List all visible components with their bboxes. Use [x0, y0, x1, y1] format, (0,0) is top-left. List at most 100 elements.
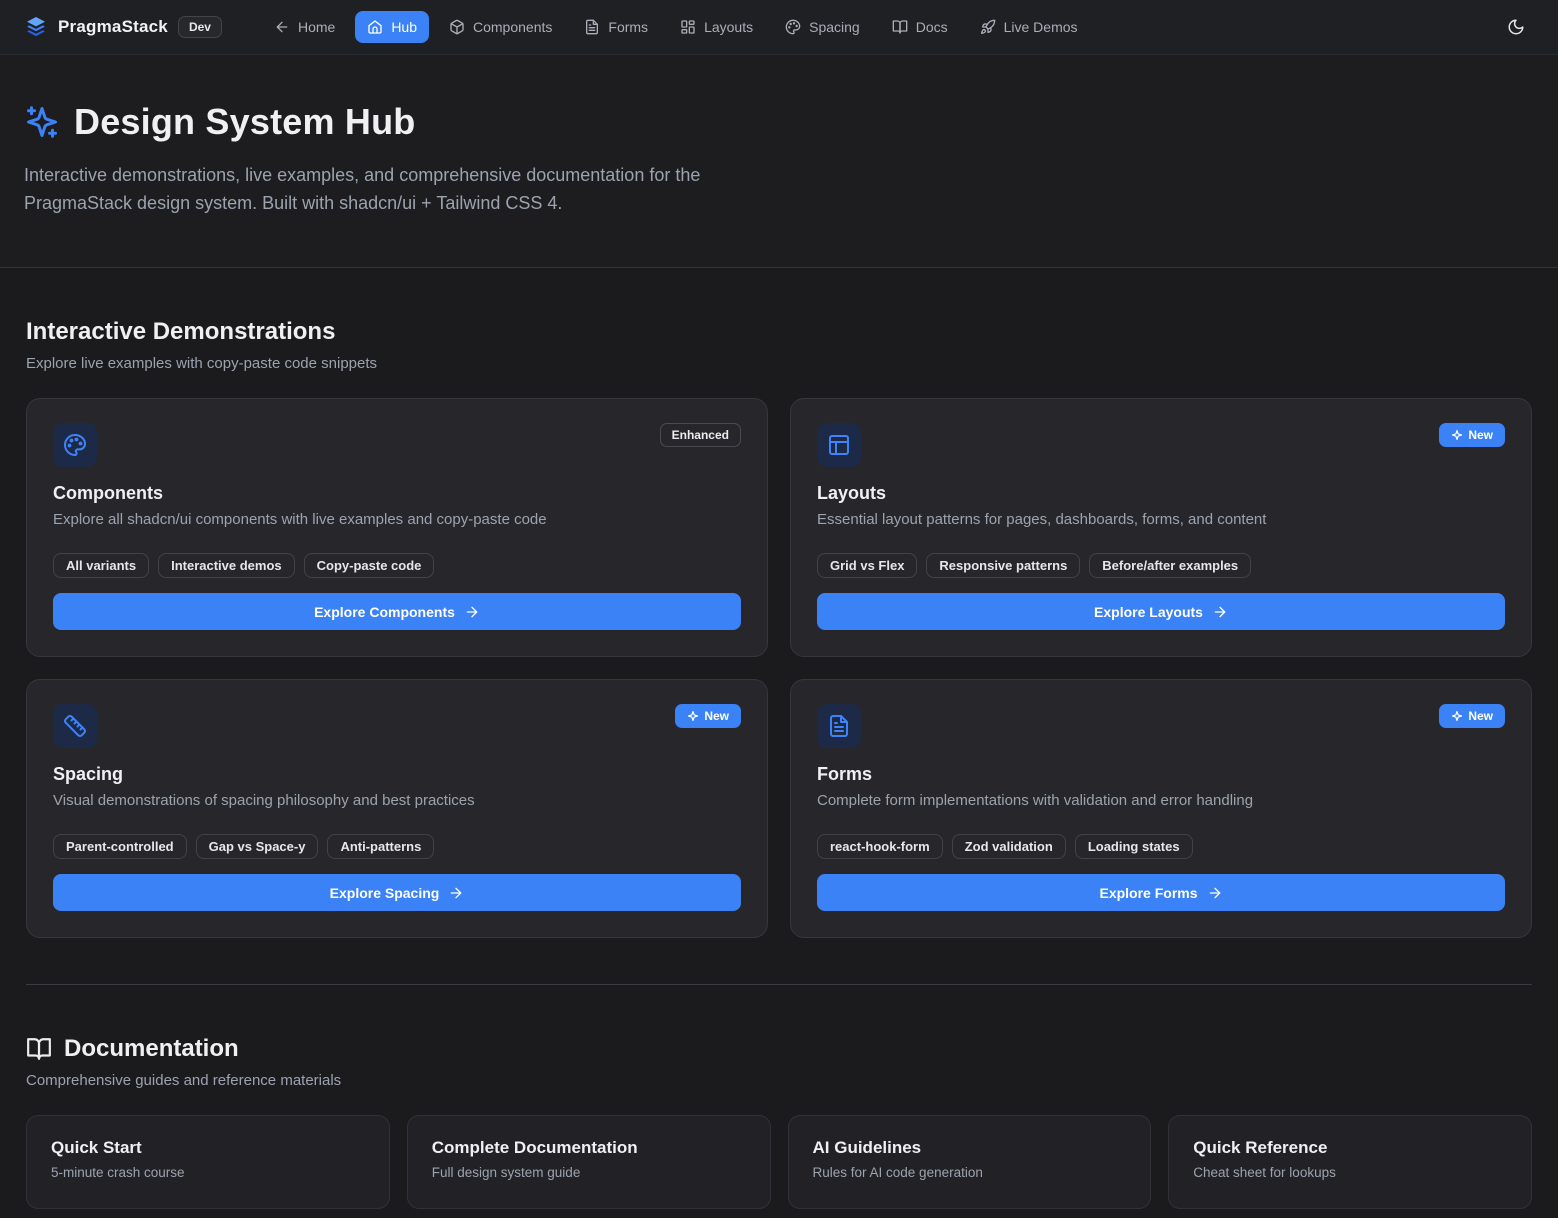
card-description: Visual demonstrations of spacing philoso… — [53, 790, 741, 812]
tag: Zod validation — [952, 834, 1066, 859]
doc-card-title: AI Guidelines — [813, 1138, 1127, 1158]
demo-card-grid: Enhanced Components Explore all shadcn/u… — [26, 398, 1532, 938]
doc-card-description: Full design system guide — [432, 1165, 746, 1180]
doc-card-ai-guidelines[interactable]: AI Guidelines Rules for AI code generati… — [788, 1115, 1152, 1209]
card-title: Components — [53, 483, 741, 504]
doc-card-title: Quick Start — [51, 1138, 365, 1158]
new-badge: New — [1439, 423, 1505, 447]
doc-card-description: Cheat sheet for lookups — [1193, 1165, 1507, 1180]
rocket-icon — [980, 19, 996, 35]
explore-forms-button[interactable]: Explore Forms — [817, 874, 1505, 911]
new-badge: New — [1439, 704, 1505, 728]
panels-top-left-icon — [817, 423, 861, 467]
package-icon — [449, 19, 465, 35]
tag: react-hook-form — [817, 834, 943, 859]
brand-name: PragmaStack — [58, 17, 168, 37]
docs-subheading: Comprehensive guides and reference mater… — [26, 1072, 1532, 1089]
card-description: Essential layout patterns for pages, das… — [817, 509, 1505, 531]
demo-card-layouts: New Layouts Essential layout patterns fo… — [790, 398, 1532, 657]
cta-label: Explore Forms — [1099, 885, 1197, 901]
doc-card-title: Complete Documentation — [432, 1138, 746, 1158]
card-description: Complete form implementations with valid… — [817, 790, 1505, 812]
home-icon — [367, 19, 383, 35]
env-badge: Dev — [178, 16, 222, 38]
moon-icon — [1507, 18, 1525, 36]
tag: Interactive demos — [158, 553, 295, 578]
arrow-right-icon — [1212, 604, 1228, 620]
explore-components-button[interactable]: Explore Components — [53, 593, 741, 630]
tag-row: Grid vs Flex Responsive patterns Before/… — [817, 553, 1505, 578]
brand-logo[interactable]: PragmaStack Dev — [24, 15, 222, 39]
doc-card-quick-start[interactable]: Quick Start 5-minute crash course — [26, 1115, 390, 1209]
sparkles-icon — [24, 104, 60, 140]
book-open-icon — [26, 1036, 52, 1062]
theme-toggle-button[interactable] — [1498, 9, 1534, 45]
cta-label: Explore Components — [314, 604, 455, 620]
sparkles-icon — [1451, 429, 1463, 441]
tag: Parent-controlled — [53, 834, 187, 859]
arrow-right-icon — [464, 604, 480, 620]
tag-row: Parent-controlled Gap vs Space-y Anti-pa… — [53, 834, 741, 859]
nav-label: Components — [473, 19, 552, 35]
explore-layouts-button[interactable]: Explore Layouts — [817, 593, 1505, 630]
demos-section: Interactive Demonstrations Explore live … — [26, 268, 1532, 938]
demo-card-components: Enhanced Components Explore all shadcn/u… — [26, 398, 768, 657]
tag: Anti-patterns — [327, 834, 434, 859]
badge-label: New — [1468, 428, 1493, 442]
page-title: Design System Hub — [74, 101, 415, 143]
docs-section: Documentation Comprehensive guides and r… — [26, 985, 1532, 1209]
enhanced-badge: Enhanced — [660, 423, 741, 447]
tag-row: react-hook-form Zod validation Loading s… — [817, 834, 1505, 859]
file-text-icon — [584, 19, 600, 35]
ruler-icon — [53, 704, 97, 748]
palette-icon — [785, 19, 801, 35]
book-open-icon — [892, 19, 908, 35]
nav-item-spacing[interactable]: Spacing — [773, 11, 872, 43]
card-title: Forms — [817, 764, 1505, 785]
layers-icon — [24, 15, 48, 39]
explore-spacing-button[interactable]: Explore Spacing — [53, 874, 741, 911]
nav-item-forms[interactable]: Forms — [572, 11, 660, 43]
doc-card-title: Quick Reference — [1193, 1138, 1507, 1158]
cta-label: Explore Layouts — [1094, 604, 1203, 620]
nav-item-components[interactable]: Components — [437, 11, 564, 43]
sparkles-icon — [687, 710, 699, 722]
tag: Grid vs Flex — [817, 553, 917, 578]
tag: All variants — [53, 553, 149, 578]
docs-heading: Documentation — [64, 1035, 239, 1063]
arrow-right-icon — [1207, 885, 1223, 901]
nav-item-home[interactable]: Home — [262, 11, 347, 43]
cta-label: Explore Spacing — [330, 885, 440, 901]
nav-item-layouts[interactable]: Layouts — [668, 11, 765, 43]
doc-card-description: 5-minute crash course — [51, 1165, 365, 1180]
main-nav: Home Hub Components Forms Layouts — [262, 11, 1458, 43]
tag-row: All variants Interactive demos Copy-past… — [53, 553, 741, 578]
docs-card-grid: Quick Start 5-minute crash course Comple… — [26, 1115, 1532, 1209]
nav-item-hub[interactable]: Hub — [355, 11, 429, 43]
nav-label: Home — [298, 19, 335, 35]
badge-label: New — [704, 709, 729, 723]
nav-label: Layouts — [704, 19, 753, 35]
hero: Design System Hub Interactive demonstrat… — [0, 55, 1558, 268]
doc-card-quick-reference[interactable]: Quick Reference Cheat sheet for lookups — [1168, 1115, 1532, 1209]
demo-card-spacing: New Spacing Visual demonstrations of spa… — [26, 679, 768, 938]
nav-label: Forms — [608, 19, 648, 35]
tag: Copy-paste code — [304, 553, 435, 578]
tag: Responsive patterns — [926, 553, 1080, 578]
tag: Loading states — [1075, 834, 1193, 859]
card-description: Explore all shadcn/ui components with li… — [53, 509, 741, 531]
page-subtitle: Interactive demonstrations, live example… — [24, 161, 774, 217]
demos-heading: Interactive Demonstrations — [26, 318, 1532, 346]
doc-card-complete-documentation[interactable]: Complete Documentation Full design syste… — [407, 1115, 771, 1209]
nav-item-live-demos[interactable]: Live Demos — [968, 11, 1090, 43]
nav-item-docs[interactable]: Docs — [880, 11, 960, 43]
file-text-icon — [817, 704, 861, 748]
badge-label: New — [1468, 709, 1493, 723]
arrow-left-icon — [274, 19, 290, 35]
tag: Gap vs Space-y — [196, 834, 319, 859]
nav-label: Spacing — [809, 19, 860, 35]
nav-label: Docs — [916, 19, 948, 35]
sparkles-icon — [1451, 710, 1463, 722]
nav-label: Hub — [391, 19, 417, 35]
demos-subheading: Explore live examples with copy-paste co… — [26, 355, 1532, 372]
